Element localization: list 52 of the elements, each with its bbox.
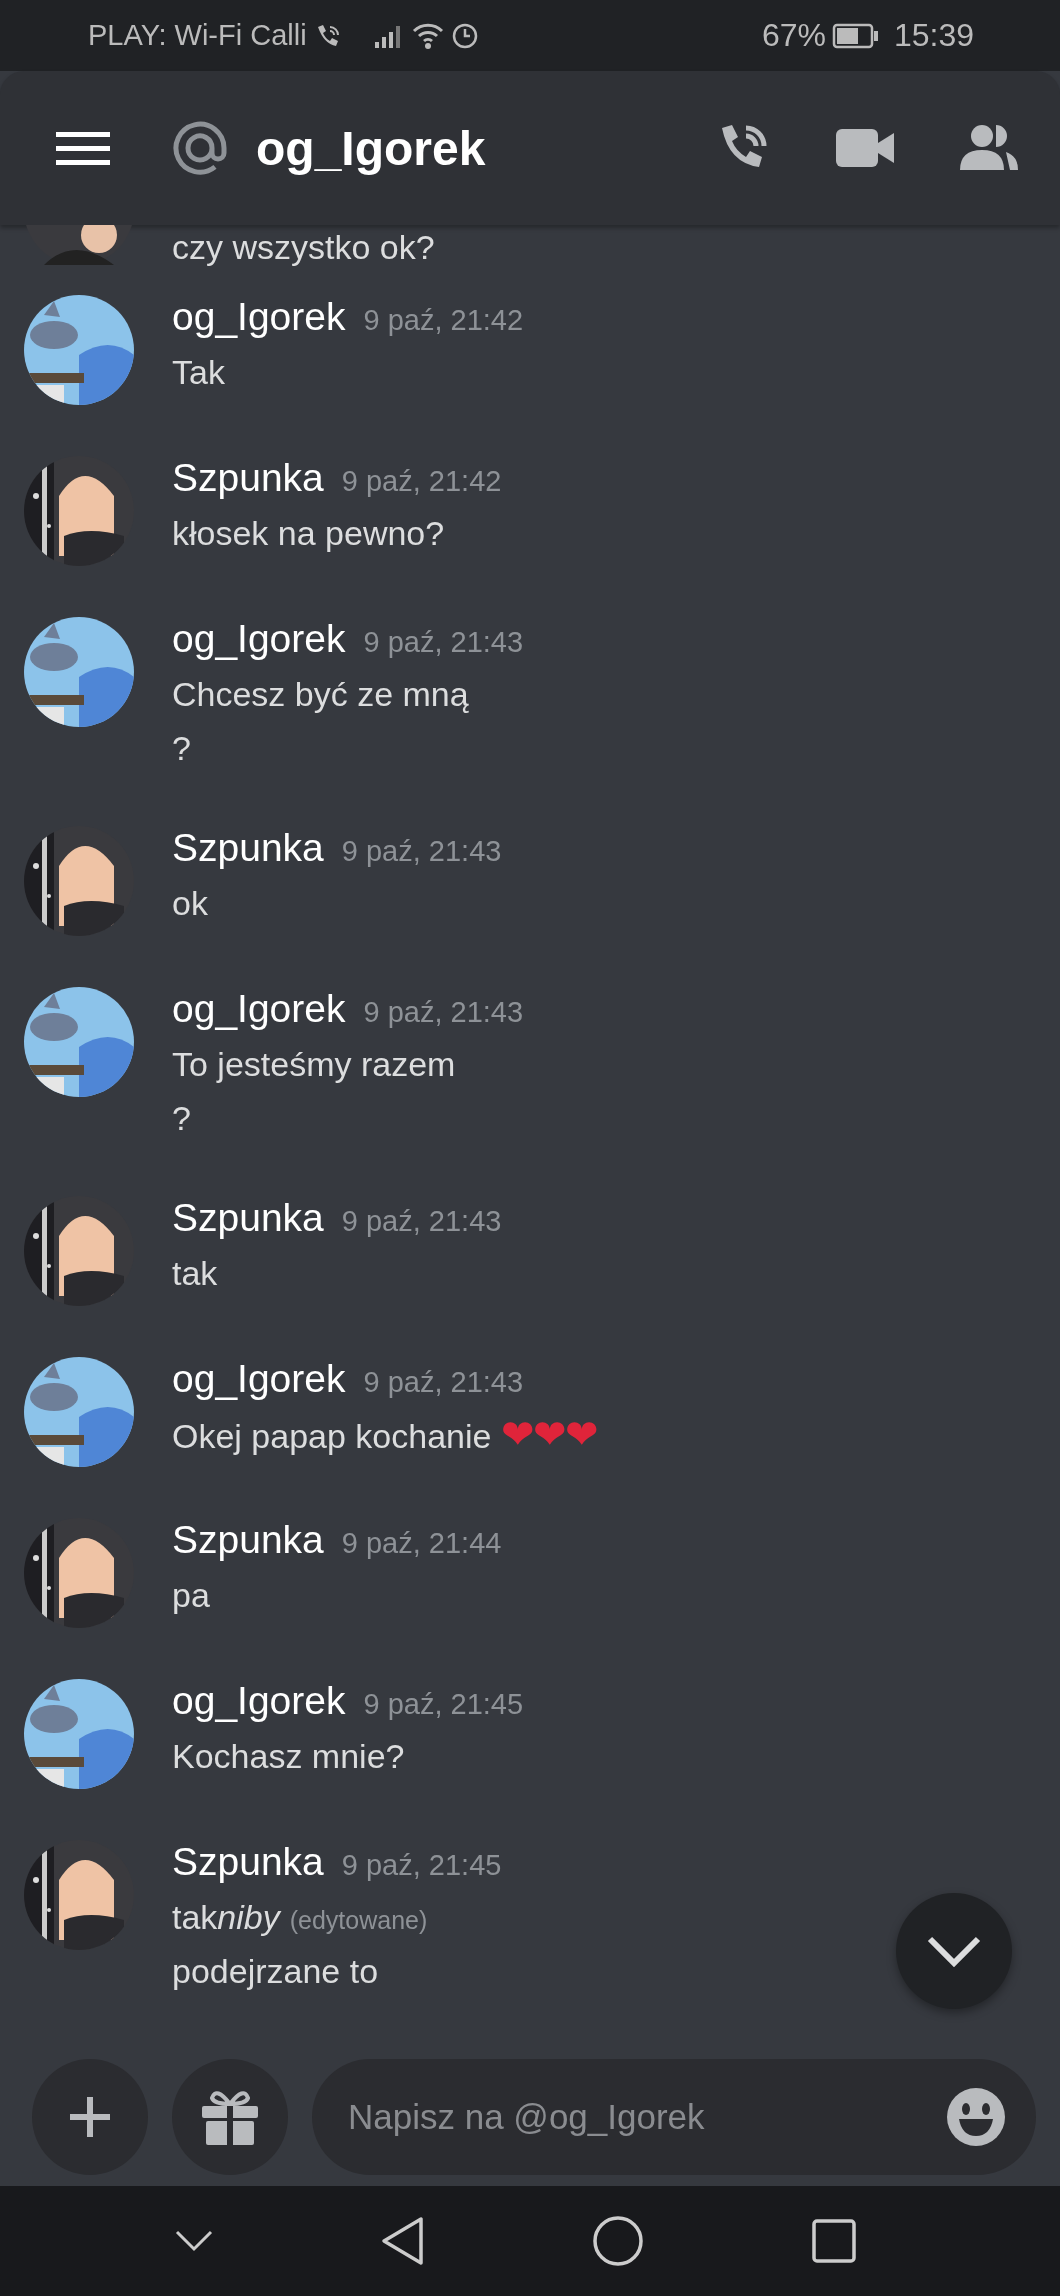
message-text: ok (172, 882, 208, 924)
clock: 15:39 (893, 17, 974, 55)
message-text: takniby (172, 1896, 280, 1938)
message-timestamp: 9 paź, 21:42 (363, 303, 524, 337)
battery-icon (831, 22, 880, 49)
edited-label: (edytowane) (289, 1904, 428, 1936)
message-timestamp: 9 paź, 21:43 (341, 1204, 502, 1238)
author-name[interactable]: og_Igorek (172, 1356, 346, 1401)
message-text: ? (172, 1097, 191, 1139)
message-timestamp: 9 paź, 21:43 (363, 625, 524, 659)
message-timestamp: 9 paź, 21:45 (341, 1848, 502, 1882)
plus-icon (68, 2095, 112, 2140)
author-name[interactable]: og_Igorek (172, 1678, 346, 1723)
chevron-down-icon[interactable] (173, 2229, 214, 2253)
menu-icon[interactable] (56, 130, 110, 166)
chevron-down-icon (926, 1934, 982, 1967)
author-name[interactable]: Szpunka (172, 1517, 324, 1562)
emoji-icon[interactable] (946, 2087, 1006, 2148)
carrier-name: PLAY: Wi-Fi Calli (88, 19, 307, 53)
message-text: pa (172, 1574, 210, 1616)
message-text: Tak (172, 351, 225, 393)
author-name[interactable]: og_Igorek (172, 986, 346, 1031)
message-input[interactable]: Napisz na @og_Igorek (312, 2059, 1036, 2176)
gift-icon (200, 2088, 260, 2147)
message-timestamp: 9 paź, 21:43 (341, 834, 502, 868)
message-text: Chcesz być ze mną (172, 673, 469, 715)
message-text: czy wszystko ok? (172, 226, 435, 268)
message-text: Okej papap kochanie (172, 1415, 492, 1457)
recent-apps-icon[interactable] (810, 2218, 857, 2264)
author-name[interactable]: Szpunka (172, 1195, 324, 1240)
author-name[interactable]: Szpunka (172, 1839, 324, 1884)
message-text: podejrzane to (172, 1950, 379, 1992)
message-timestamp: 9 paź, 21:45 (363, 1687, 524, 1721)
message-timestamp: 9 paź, 21:43 (363, 995, 524, 1029)
message-text: kłosek na pewno? (172, 512, 445, 554)
back-icon[interactable] (380, 2216, 425, 2266)
alarm-clock-icon (450, 21, 479, 50)
author-name[interactable]: og_Igorek (172, 616, 346, 661)
channel-title: og_Igorek (256, 120, 486, 176)
home-icon[interactable] (591, 2215, 644, 2267)
heart-emoji: ❤❤❤ (501, 1410, 598, 1458)
message-text: tak (172, 1252, 218, 1294)
battery-percent: 67% (761, 17, 826, 55)
message-text: To jesteśmy razem (172, 1043, 456, 1085)
message-timestamp: 9 paź, 21:43 (363, 1365, 524, 1399)
author-name[interactable]: og_Igorek (172, 294, 346, 339)
author-name[interactable]: Szpunka (172, 825, 324, 870)
author-name[interactable]: Szpunka (172, 455, 324, 500)
message-timestamp: 9 paź, 21:42 (341, 464, 502, 498)
message-text: ? (172, 727, 191, 769)
message-timestamp: 9 paź, 21:44 (341, 1526, 502, 1560)
message-text: Kochasz mnie? (172, 1735, 405, 1777)
